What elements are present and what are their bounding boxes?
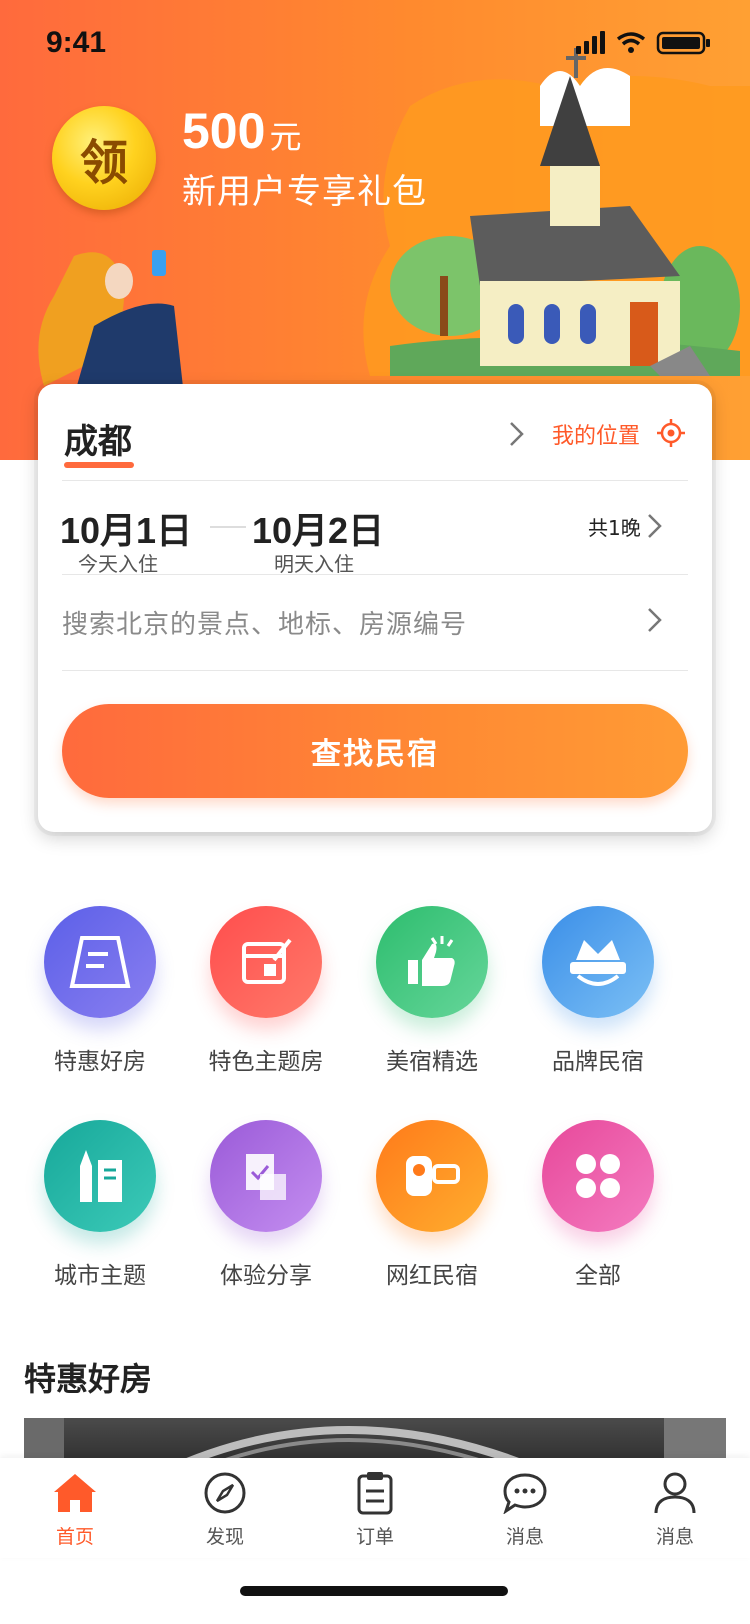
chat-bubble-icon [470, 1470, 580, 1516]
divider [62, 574, 688, 575]
category-label: 特色主题房 [208, 1049, 324, 1075]
checkin-note: 今天入住 [78, 552, 158, 576]
chevron-right-icon[interactable] [646, 606, 664, 634]
search-card: 成都 我的位置 10月1日 今天入住 10月2日 明天入住 共1晚 搜索北京的景… [38, 384, 712, 832]
divider [62, 670, 688, 671]
promo-subtitle: 新用户专享礼包 [182, 172, 427, 212]
thumbs-up-icon [376, 906, 488, 1018]
category-item-city[interactable]: 城市主题 [20, 1120, 180, 1290]
my-location-link[interactable]: 我的位置 [552, 418, 640, 450]
status-time: 9:41 [46, 26, 107, 59]
locate-icon[interactable] [656, 418, 686, 448]
home-icon [20, 1470, 130, 1516]
tab-profile[interactable]: 消息 [620, 1470, 730, 1549]
city-underline [64, 462, 134, 468]
checkout-note: 明天入住 [274, 552, 354, 576]
city-selector[interactable]: 成都 [64, 414, 132, 463]
category-label: 网红民宿 [386, 1263, 478, 1289]
tab-home[interactable]: 首页 [20, 1470, 130, 1549]
camera-icon [376, 1120, 488, 1232]
category-label: 美宿精选 [386, 1049, 478, 1075]
checkin-date[interactable]: 10月1日 [60, 502, 192, 554]
promo-amount: 500 元 [182, 102, 301, 160]
category-item-brand[interactable]: 品牌民宿 [518, 906, 678, 1076]
category-label: 特惠好房 [54, 1049, 146, 1075]
chevron-right-icon[interactable] [508, 420, 526, 448]
tab-orders[interactable]: 订单 [320, 1470, 430, 1549]
category-label: 全部 [575, 1263, 621, 1289]
calendar-edit-icon [210, 906, 322, 1018]
category-item-trending[interactable]: 网红民宿 [352, 1120, 512, 1290]
divider [62, 480, 688, 481]
category-label: 品牌民宿 [552, 1049, 644, 1075]
promo-amount-number: 500 [182, 103, 266, 159]
signboard-icon [44, 906, 156, 1018]
tab-bar: 首页 发现 订单 消息 消息 [0, 1458, 750, 1558]
tab-label: 首页 [55, 1526, 94, 1548]
checkout-date[interactable]: 10月2日 [252, 502, 384, 554]
status-bar: 9:41 [0, 0, 750, 88]
tab-label: 消息 [655, 1526, 694, 1548]
girl-illustration [38, 250, 184, 396]
tab-messages[interactable]: 消息 [470, 1470, 580, 1549]
nights-count: 共1晚 [588, 516, 641, 540]
tab-label: 消息 [505, 1526, 544, 1548]
status-icons [576, 31, 710, 55]
category-label: 城市主题 [54, 1263, 146, 1289]
compass-icon [170, 1470, 280, 1516]
section-title: 特惠好房 [24, 1360, 153, 1398]
category-item-special-offer[interactable]: 特惠好房 [20, 906, 180, 1076]
user-icon [620, 1470, 730, 1516]
tab-label: 订单 [355, 1526, 394, 1548]
tab-discover[interactable]: 发现 [170, 1470, 280, 1549]
search-input[interactable]: 搜索北京的景点、地标、房源编号 [62, 604, 467, 641]
city-buildings-icon [44, 1120, 156, 1232]
home-indicator [240, 1586, 508, 1596]
clover-icon [542, 1120, 654, 1232]
chevron-right-icon[interactable] [646, 512, 664, 540]
coin-badge[interactable]: 领 [52, 106, 156, 210]
promo-amount-unit: 元 [269, 119, 302, 155]
category-item-theme-room[interactable]: 特色主题房 [186, 906, 346, 1076]
crown-icon [542, 906, 654, 1018]
date-separator [210, 526, 246, 528]
category-item-featured[interactable]: 美宿精选 [352, 906, 512, 1076]
category-label: 体验分享 [220, 1263, 312, 1289]
category-item-experience[interactable]: 体验分享 [186, 1120, 346, 1290]
share-doc-icon [210, 1120, 322, 1232]
tab-label: 发现 [205, 1526, 244, 1548]
search-button[interactable]: 查找民宿 [62, 704, 688, 798]
category-item-all[interactable]: 全部 [518, 1120, 678, 1290]
clipboard-icon [320, 1470, 430, 1516]
